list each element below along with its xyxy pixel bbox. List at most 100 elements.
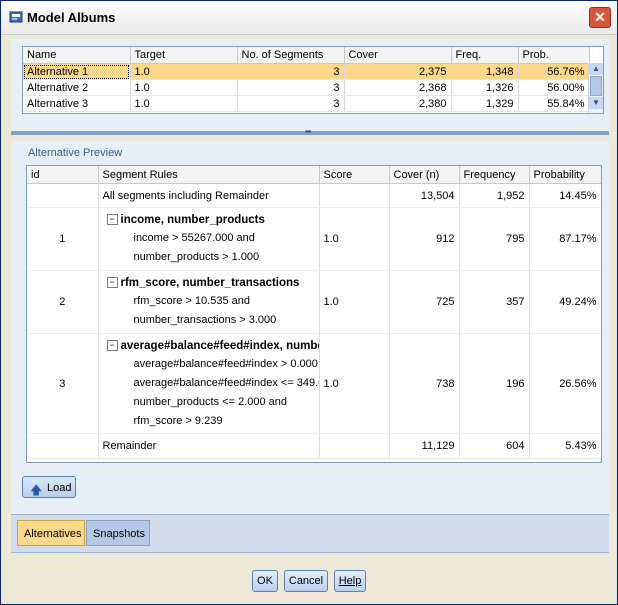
segment-rules-cell: − rfm_score, number_transactions rfm_scor… bbox=[98, 270, 320, 334]
segment-row-3[interactable]: 3 − average#balance#feed#index, numbe ave… bbox=[27, 333, 601, 434]
segment-frequency: 357 bbox=[459, 270, 530, 334]
load-button[interactable]: 🡅 Load bbox=[22, 476, 76, 498]
up-arrow-icon: 🡅 bbox=[30, 483, 43, 497]
column-header-target[interactable]: Target bbox=[130, 47, 238, 64]
all-segments-label: All segments including Remainder bbox=[98, 183, 320, 208]
column-header-frequency[interactable]: Frequency bbox=[459, 166, 530, 184]
help-button[interactable]: Help bbox=[334, 570, 366, 592]
alternative-target: 1.0 bbox=[130, 63, 238, 80]
alternative-name: Alternative 2 bbox=[23, 79, 131, 96]
collapse-icon[interactable]: − bbox=[106, 214, 118, 226]
segment-probability: 87.17% bbox=[529, 207, 601, 271]
collapse-icon[interactable]: − bbox=[106, 339, 118, 351]
alternatives-grid: Name Target No. of Segments Cover Freq. … bbox=[22, 46, 604, 114]
segment-probability: 49.24% bbox=[529, 270, 601, 334]
segment-id: 1 bbox=[27, 207, 99, 271]
remainder-row: Remainder 11,129 604 5.43% bbox=[27, 433, 601, 459]
segment-condition: income > 55267.000 and bbox=[133, 232, 255, 244]
alternative-row-1[interactable]: Alternative 1 1.0 3 2,375 1,348 56.76% bbox=[23, 63, 590, 80]
all-segments-probability: 14.45% bbox=[529, 183, 601, 208]
preview-section-label: Alternative Preview bbox=[28, 147, 123, 159]
segment-rules-cell: − income, number_products income > 55267.… bbox=[98, 207, 320, 271]
segment-row-2[interactable]: 2 − rfm_score, number_transactions rfm_sc… bbox=[27, 270, 601, 334]
vertical-scrollbar[interactable]: ▲ ▼ bbox=[588, 63, 603, 113]
column-header-cover-n[interactable]: Cover (n) bbox=[389, 166, 460, 184]
segment-condition: number_products <= 2.000 and bbox=[133, 395, 288, 408]
segment-condition: number_products > 1.000 bbox=[133, 251, 260, 263]
segment-id: 2 bbox=[27, 270, 99, 334]
column-header-id[interactable]: id bbox=[27, 166, 99, 184]
column-header-cover[interactable]: Cover bbox=[344, 47, 452, 64]
app-icon bbox=[9, 11, 23, 23]
alternative-segments: 3 bbox=[237, 63, 345, 80]
title-bar: Model Albums ✕ bbox=[1, 1, 617, 35]
all-segments-row: All segments including Remainder 13,504 … bbox=[27, 183, 601, 208]
alternative-prob: 55.84% bbox=[518, 95, 590, 112]
column-header-segments[interactable]: No. of Segments bbox=[237, 47, 345, 64]
panel-splitter[interactable]: ••• bbox=[11, 127, 609, 136]
column-header-segment-rules[interactable]: Segment Rules bbox=[98, 166, 320, 184]
remainder-frequency: 604 bbox=[459, 433, 530, 459]
column-header-prob[interactable]: Prob. bbox=[518, 47, 590, 64]
alternative-name: Alternative 1 bbox=[23, 63, 131, 80]
scroll-thumb[interactable] bbox=[590, 76, 602, 96]
preview-panel: Alternative Preview id Segment Rules Sco… bbox=[11, 141, 609, 514]
alternative-prob: 56.00% bbox=[518, 79, 590, 96]
all-segments-frequency: 1,952 bbox=[459, 183, 530, 208]
alternative-freq: 1,329 bbox=[451, 95, 519, 112]
alternative-freq: 1,326 bbox=[451, 79, 519, 96]
all-segments-cover: 13,504 bbox=[389, 183, 460, 208]
column-header-probability[interactable]: Probability bbox=[529, 166, 601, 184]
alternatives-panel: Name Target No. of Segments Cover Freq. … bbox=[11, 39, 609, 132]
alternative-freq: 1,348 bbox=[451, 63, 519, 80]
segment-score: 1.0 bbox=[319, 270, 390, 334]
segment-id: 3 bbox=[27, 333, 99, 434]
segment-condition: rfm_score > 9.239 bbox=[133, 414, 223, 427]
alternative-prob: 56.76% bbox=[518, 63, 590, 80]
segment-rules-cell: − average#balance#feed#index, numbe avera… bbox=[98, 333, 320, 434]
segment-score: 1.0 bbox=[319, 333, 390, 434]
alternative-target: 1.0 bbox=[130, 95, 238, 112]
segment-cover: 725 bbox=[389, 270, 460, 334]
remainder-label: Remainder bbox=[98, 433, 320, 459]
segment-frequency: 795 bbox=[459, 207, 530, 271]
segment-condition: average#balance#feed#index > 0.000 a bbox=[133, 357, 319, 370]
remainder-cover: 11,129 bbox=[389, 433, 460, 459]
alternative-row-3[interactable]: Alternative 3 1.0 3 2,380 1,329 55.84% bbox=[23, 95, 590, 112]
segment-row-1[interactable]: 1 − income, number_products income > 5526… bbox=[27, 207, 601, 271]
segment-condition: average#balance#feed#index <= 349.01 bbox=[133, 376, 319, 389]
segment-condition: number_transactions > 3.000 bbox=[133, 314, 277, 326]
cancel-button[interactable]: Cancel bbox=[284, 570, 328, 592]
segment-cover: 738 bbox=[389, 333, 460, 434]
scroll-up-icon[interactable]: ▲ bbox=[589, 63, 603, 75]
alternative-target: 1.0 bbox=[130, 79, 238, 96]
alternative-cover: 2,368 bbox=[344, 79, 452, 96]
segment-rule-fields: average#balance#feed#index, numbe bbox=[120, 339, 319, 352]
alternative-segments: 3 bbox=[237, 95, 345, 112]
scroll-down-icon[interactable]: ▼ bbox=[589, 97, 603, 109]
segment-condition: rfm_score > 10.535 and bbox=[133, 295, 251, 307]
alternative-segments: 3 bbox=[237, 79, 345, 96]
view-tab-bar: Alternatives Snapshots bbox=[11, 514, 609, 553]
tab-alternatives[interactable]: Alternatives bbox=[17, 520, 85, 546]
remainder-probability: 5.43% bbox=[529, 433, 601, 459]
column-header-score[interactable]: Score bbox=[319, 166, 390, 184]
alternative-name: Alternative 3 bbox=[23, 95, 131, 112]
alternative-cover: 2,380 bbox=[344, 95, 452, 112]
segment-probability: 26.56% bbox=[529, 333, 601, 434]
collapse-icon[interactable]: − bbox=[106, 277, 118, 289]
alternative-row-2[interactable]: Alternative 2 1.0 3 2,368 1,326 56.00% bbox=[23, 79, 590, 96]
column-header-name[interactable]: Name bbox=[23, 47, 131, 64]
splitter-grip-icon[interactable]: ••• bbox=[305, 127, 311, 136]
segment-rule-header: − income, number_products bbox=[103, 211, 315, 229]
segment-rule-fields: rfm_score, number_transactions bbox=[120, 277, 300, 289]
close-button[interactable]: ✕ bbox=[589, 7, 611, 28]
segment-cover: 912 bbox=[389, 207, 460, 271]
window-title: Model Albums bbox=[27, 10, 116, 25]
tab-snapshots[interactable]: Snapshots bbox=[86, 520, 150, 546]
column-header-freq[interactable]: Freq. bbox=[451, 47, 519, 64]
segment-score: 1.0 bbox=[319, 207, 390, 271]
ok-button[interactable]: OK bbox=[252, 570, 278, 592]
segment-rule-fields: income, number_products bbox=[120, 214, 265, 226]
alternative-cover: 2,375 bbox=[344, 63, 452, 80]
